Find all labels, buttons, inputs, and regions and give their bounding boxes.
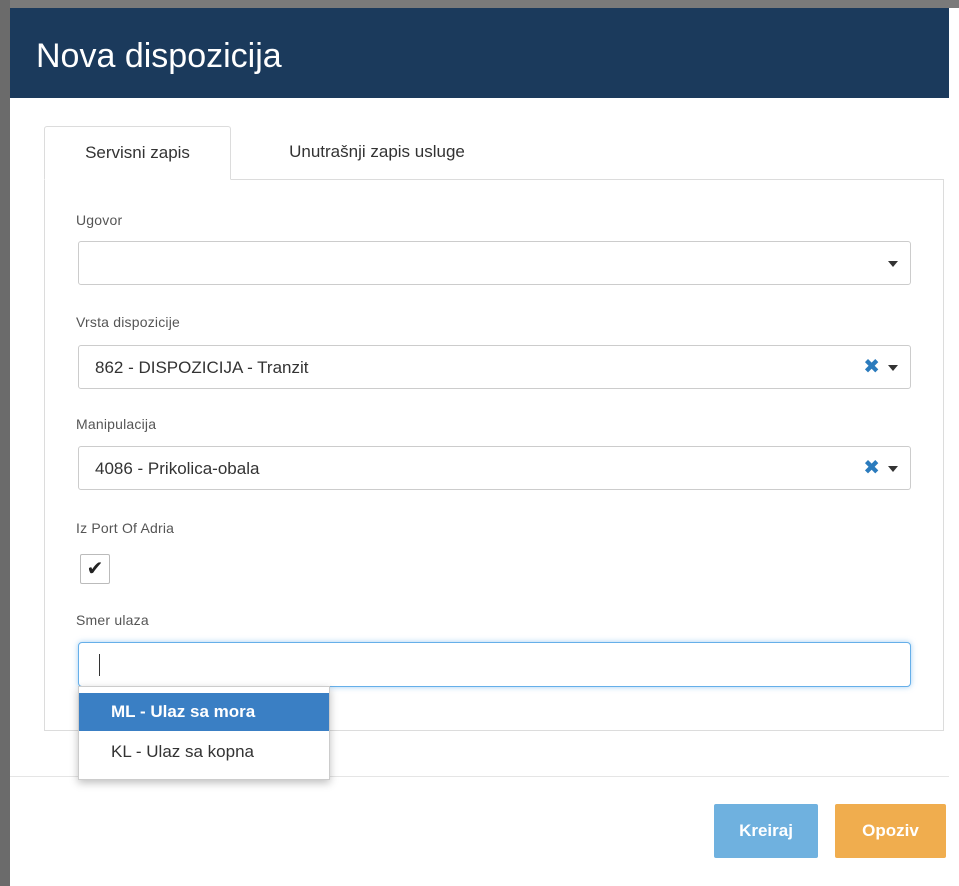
chevron-down-icon[interactable] [888, 466, 898, 472]
chevron-down-icon[interactable] [888, 261, 898, 267]
smer-ulaza-dropdown: ML - Ulaz sa mora KL - Ulaz sa kopna [78, 686, 330, 780]
smer-ulaza-input[interactable] [78, 642, 911, 687]
create-button[interactable]: Kreiraj [714, 804, 818, 858]
text-cursor [99, 654, 100, 676]
manipulacija-label: Manipulacija [76, 416, 157, 432]
vrsta-dispozicije-select[interactable]: 862 - DISPOZICIJA - Tranzit ✖ [78, 345, 911, 389]
iz-port-of-adria-checkbox[interactable]: ✔ [80, 554, 110, 584]
ugovor-select[interactable] [78, 241, 911, 285]
tab-servisni-zapis[interactable]: Servisni zapis [44, 126, 231, 180]
dialog-header: Nova dispozicija [10, 8, 949, 98]
cancel-button[interactable]: Opoziv [835, 804, 946, 858]
dialog-title: Nova dispozicija [36, 37, 282, 75]
manipulacija-select[interactable]: 4086 - Prikolica-obala ✖ [78, 446, 911, 490]
clear-icon[interactable]: ✖ [863, 457, 880, 479]
vrsta-dispozicije-value: 862 - DISPOZICIJA - Tranzit [95, 358, 309, 377]
iz-port-of-adria-label: Iz Port Of Adria [76, 520, 175, 536]
new-disposition-dialog: Nova dispozicija Servisni zapis Unutrašn… [10, 8, 959, 886]
vrsta-dispozicije-label: Vrsta dispozicije [76, 314, 181, 330]
manipulacija-value: 4086 - Prikolica-obala [95, 459, 260, 478]
background-window-edge [0, 0, 959, 8]
tab-bar: Servisni zapis Unutrašnji zapis usluge [44, 126, 945, 180]
background-window-side [0, 0, 10, 886]
option-kl-ulaz-sa-kopna[interactable]: KL - Ulaz sa kopna [79, 733, 329, 771]
ugovor-label: Ugovor [76, 212, 123, 228]
smer-ulaza-label: Smer ulaza [76, 612, 149, 628]
chevron-down-icon[interactable] [888, 365, 898, 371]
tab-unutrasnji-zapis-usluge[interactable]: Unutrašnji zapis usluge [246, 126, 508, 178]
clear-icon[interactable]: ✖ [863, 356, 880, 378]
option-ml-ulaz-sa-mora[interactable]: ML - Ulaz sa mora [79, 693, 329, 731]
